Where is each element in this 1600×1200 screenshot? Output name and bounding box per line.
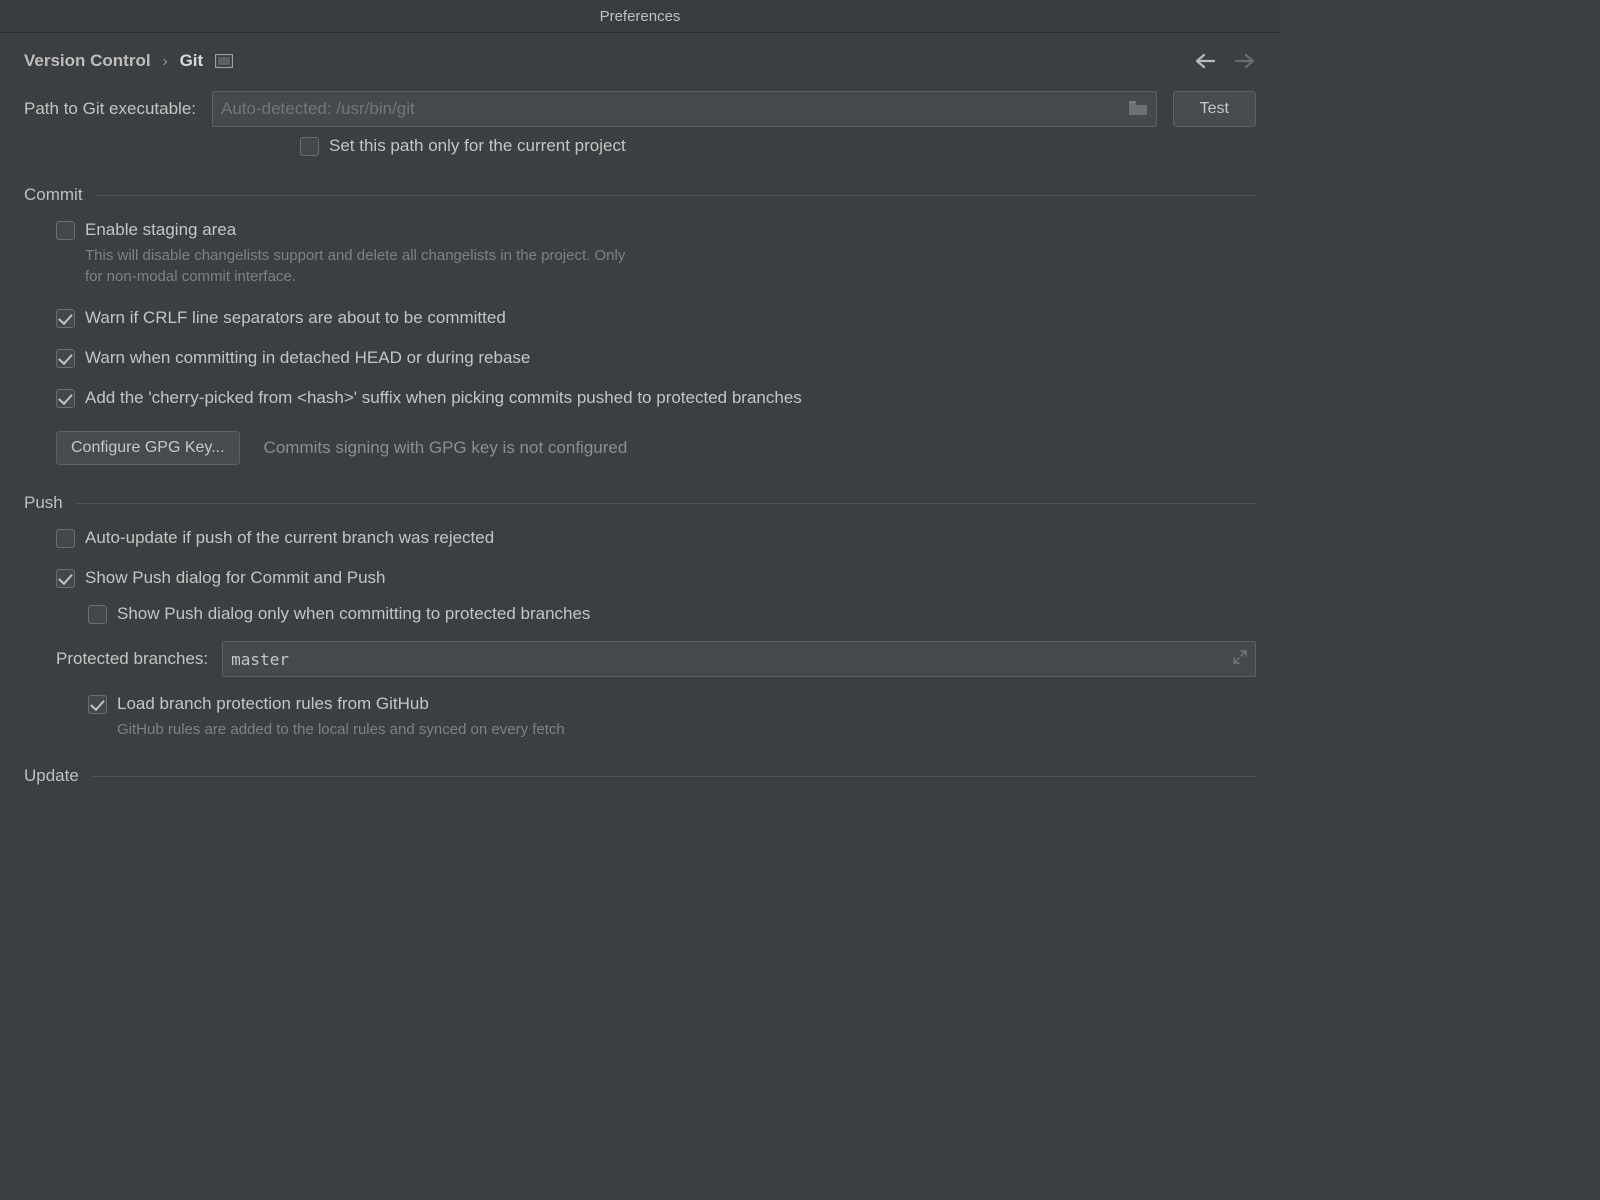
- configure-gpg-label: Configure GPG Key...: [71, 439, 225, 457]
- enable-staging-label: Enable staging area: [85, 219, 645, 241]
- set-path-project-checkbox[interactable]: [300, 137, 319, 156]
- window-title: Preferences: [600, 8, 681, 25]
- update-section: Update: [24, 766, 1256, 786]
- gpg-row: Configure GPG Key... Commits signing wit…: [56, 431, 1256, 465]
- warn-crlf-label: Warn if CRLF line separators are about t…: [85, 307, 506, 329]
- divider: [91, 776, 1256, 777]
- protected-branches-input[interactable]: [231, 650, 1233, 669]
- divider: [75, 503, 1256, 504]
- commit-section: Commit Enable staging area This will dis…: [24, 185, 1256, 465]
- auto-update-row: Auto-update if push of the current branc…: [56, 527, 1256, 549]
- back-button[interactable]: [1194, 53, 1216, 69]
- folder-icon[interactable]: [1128, 100, 1148, 119]
- load-github-label: Load branch protection rules from GitHub: [117, 693, 565, 715]
- divider: [95, 195, 1256, 196]
- enable-staging-checkbox[interactable]: [56, 221, 75, 240]
- warn-detached-label: Warn when committing in detached HEAD or…: [85, 347, 530, 369]
- breadcrumb-row: Version Control › Git: [24, 51, 1256, 71]
- project-scope-icon: [215, 54, 233, 68]
- show-push-dialog-row: Show Push dialog for Commit and Push: [56, 567, 1256, 589]
- warn-detached-row: Warn when committing in detached HEAD or…: [56, 347, 1256, 369]
- gpg-status: Commits signing with GPG key is not conf…: [264, 438, 628, 458]
- auto-update-checkbox[interactable]: [56, 529, 75, 548]
- configure-gpg-button[interactable]: Configure GPG Key...: [56, 431, 240, 465]
- forward-button: [1234, 53, 1256, 69]
- set-path-project-row: Set this path only for the current proje…: [300, 135, 1256, 157]
- git-path-input[interactable]: [221, 99, 1120, 119]
- show-push-protected-label: Show Push dialog only when committing to…: [117, 603, 590, 625]
- push-section: Push Auto-update if push of the current …: [24, 493, 1256, 740]
- protected-branches-label: Protected branches:: [56, 648, 208, 670]
- chevron-right-icon: ›: [163, 53, 168, 70]
- git-path-row: Path to Git executable: Test: [24, 91, 1256, 127]
- enable-staging-help: This will disable changelists support an…: [85, 245, 645, 287]
- breadcrumb-current: Git: [180, 51, 204, 71]
- warn-crlf-checkbox[interactable]: [56, 309, 75, 328]
- show-push-dialog-checkbox[interactable]: [56, 569, 75, 588]
- protected-branches-row: Protected branches:: [56, 641, 1256, 677]
- warn-detached-checkbox[interactable]: [56, 349, 75, 368]
- test-button-label: Test: [1200, 100, 1229, 118]
- show-push-dialog-label: Show Push dialog for Commit and Push: [85, 567, 386, 589]
- enable-staging-row: Enable staging area This will disable ch…: [56, 219, 1256, 287]
- git-path-field[interactable]: [212, 91, 1157, 127]
- commit-section-title: Commit: [24, 185, 83, 205]
- preferences-panel: Version Control › Git Path to Git execut…: [0, 33, 1280, 786]
- test-button[interactable]: Test: [1173, 91, 1256, 127]
- set-path-project-label: Set this path only for the current proje…: [329, 135, 626, 157]
- breadcrumb-parent[interactable]: Version Control: [24, 51, 151, 71]
- auto-update-label: Auto-update if push of the current branc…: [85, 527, 494, 549]
- expand-icon[interactable]: [1233, 650, 1247, 668]
- git-path-label: Path to Git executable:: [24, 99, 196, 119]
- cherry-suffix-checkbox[interactable]: [56, 389, 75, 408]
- show-push-protected-checkbox[interactable]: [88, 605, 107, 624]
- push-section-title: Push: [24, 493, 63, 513]
- load-github-row: Load branch protection rules from GitHub…: [88, 693, 1256, 740]
- update-section-title: Update: [24, 766, 79, 786]
- window-titlebar: Preferences: [0, 0, 1280, 33]
- nav-buttons: [1194, 53, 1256, 69]
- load-github-checkbox[interactable]: [88, 695, 107, 714]
- show-push-protected-row: Show Push dialog only when committing to…: [88, 603, 1256, 625]
- breadcrumb: Version Control › Git: [24, 51, 233, 71]
- warn-crlf-row: Warn if CRLF line separators are about t…: [56, 307, 1256, 329]
- cherry-suffix-row: Add the 'cherry-picked from <hash>' suff…: [56, 387, 1256, 409]
- cherry-suffix-label: Add the 'cherry-picked from <hash>' suff…: [85, 387, 802, 409]
- load-github-help: GitHub rules are added to the local rule…: [117, 719, 565, 740]
- protected-branches-field[interactable]: [222, 641, 1256, 677]
